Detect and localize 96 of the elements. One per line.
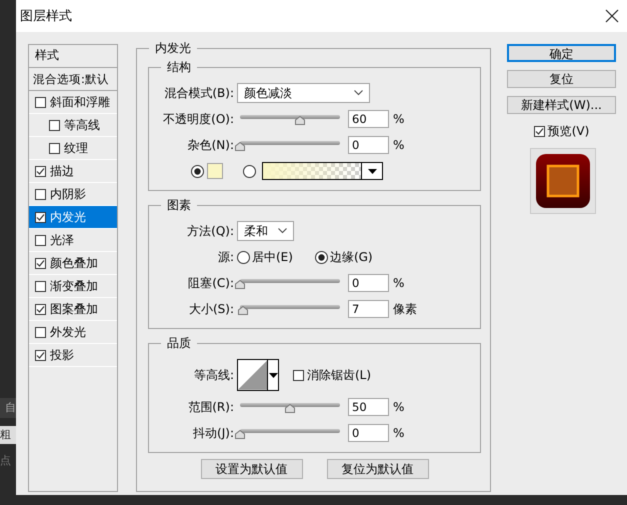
style-preview-drawing [530,148,596,214]
checkbox[interactable] [35,280,46,292]
action-button[interactable]: 新建样式(W)... [507,96,616,114]
unit-label: % [393,112,404,126]
style-list-item[interactable]: 内发光 [29,206,117,229]
checkbox[interactable] [35,212,46,222]
unit-label: 像素 [393,300,417,318]
radio-label[interactable]: 居中(E) [252,248,293,266]
panel-tab[interactable]: 自 [0,398,16,418]
color-swatch[interactable] [207,163,223,179]
number-field[interactable]: 50 [348,398,389,416]
dropdown[interactable]: 柔和 [237,221,294,241]
chevron-icon [354,90,363,96]
radio-button[interactable] [314,250,328,264]
checkbox[interactable] [35,326,46,338]
style-list-item[interactable]: 混合选项:默认 [29,68,117,91]
slider-thumb[interactable] [235,142,245,151]
field-label: 源: [216,248,235,266]
group-title: 图素 [161,197,197,214]
style-list-item[interactable]: 颜色叠加 [29,252,117,275]
checkbox[interactable] [35,234,46,246]
item-label: 光泽 [50,232,74,248]
field-label: 混合模式(B): [163,84,235,102]
unit-label: % [393,138,404,152]
chevron-icon [278,228,287,234]
text-field[interactable]: 粗 [0,426,16,444]
number-field[interactable]: 7 [348,300,389,318]
number-field[interactable]: 0 [348,136,389,154]
dropdown[interactable]: 颜色减淡 [237,83,370,103]
radio-button[interactable] [243,164,256,178]
style-list-item[interactable]: 外发光 [29,321,117,344]
group-title: 品质 [161,335,197,352]
field-label: 等高线: [192,366,235,384]
number-field[interactable]: 0 [348,274,389,292]
radio-button[interactable] [191,164,204,178]
item-label: 渐变叠加 [50,278,98,294]
radio-button[interactable] [237,250,250,264]
item-label: 外发光 [50,324,86,340]
panel-text: 点 [0,453,12,469]
checkbox[interactable] [49,142,60,154]
item-label: 等高线 [64,116,100,134]
style-list-item[interactable]: 图案叠加 [29,298,117,321]
gradient-picker[interactable] [262,162,383,180]
list-header: 样式 [29,45,117,68]
field-label: 范围(R): [187,398,235,416]
checkbox[interactable] [35,350,46,360]
caret-icon [368,168,376,174]
default-button[interactable]: 复位为默认值 [326,459,428,479]
checkbox-label[interactable]: 消除锯齿(L) [307,366,372,384]
style-list-item[interactable]: 投影 [29,344,117,367]
slider-thumb[interactable] [235,430,245,439]
checkbox[interactable] [35,188,46,200]
checkbox[interactable] [35,258,46,268]
style-list-item[interactable]: 描边 [29,160,117,183]
item-label: 斜面和浮雕 [50,94,110,110]
number-field[interactable]: 0 [348,424,389,442]
default-button[interactable]: 设置为默认值 [200,459,302,479]
number-field[interactable]: 60 [348,110,389,128]
caret-icon [268,372,278,378]
unit-label: % [393,400,404,414]
item-label: 描边 [50,162,74,180]
radio-label[interactable]: 边缘(G) [330,248,373,266]
checkbox-label[interactable]: 预览(V) [548,122,590,140]
unit-label: % [393,276,404,290]
close-icon[interactable] [605,9,619,23]
field-label: 不透明度(O): [162,110,235,128]
contour-picker[interactable] [237,359,279,391]
action-button[interactable]: 复位 [507,70,616,88]
checkbox[interactable] [534,126,545,136]
checkbox[interactable] [35,304,46,314]
item-label: 图案叠加 [50,300,98,318]
checkbox[interactable] [35,96,46,108]
checkbox[interactable] [49,120,60,130]
checkbox[interactable] [35,166,46,176]
window-title: 图层样式 [20,8,72,25]
item-label: 投影 [50,346,74,364]
item-label: 纹理 [64,140,88,156]
item-label: 内发光 [50,208,86,226]
field-label: 抖动(J): [192,424,235,442]
item-label: 颜色叠加 [50,254,98,272]
style-list-item[interactable]: 等高线 [29,114,117,137]
style-list-item[interactable]: 纹理 [29,137,117,160]
style-list-item[interactable]: 渐变叠加 [29,275,117,298]
unit-label: % [393,426,404,440]
action-button[interactable]: 确定 [507,44,616,62]
item-label: 内阴影 [50,186,86,202]
field-label: 大小(S): [188,300,235,318]
group-title: 结构 [161,59,197,76]
field-label: 阻塞(C): [187,274,235,292]
field-label: 方法(Q): [186,222,235,240]
style-list-item[interactable]: 斜面和浮雕 [29,91,117,114]
section-title: 内发光 [149,40,197,57]
slider-thumb[interactable] [235,280,245,289]
checkbox[interactable] [293,370,304,380]
field-label: 杂色(N): [186,136,235,154]
style-list-item[interactable]: 光泽 [29,229,117,252]
